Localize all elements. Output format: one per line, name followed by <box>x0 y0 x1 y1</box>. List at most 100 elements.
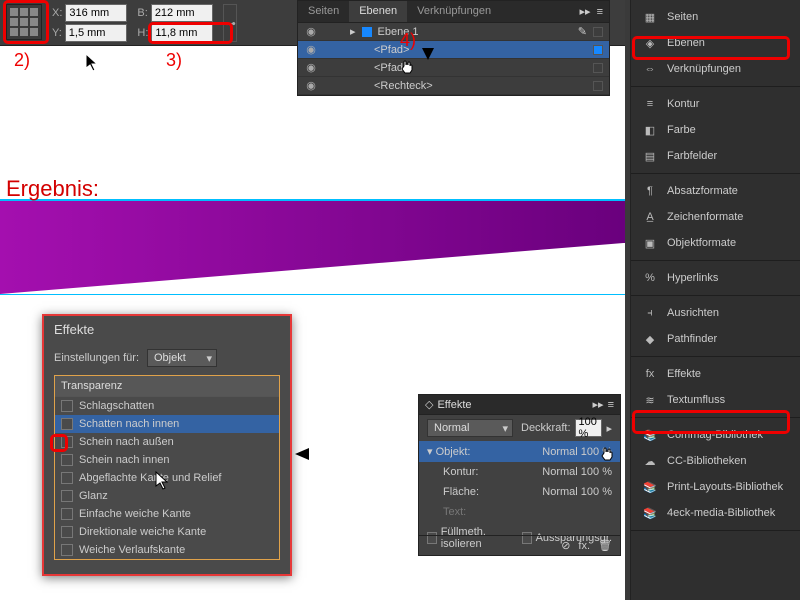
effect-option-label: Schlagschatten <box>79 400 154 412</box>
path-icon: ◆ <box>641 330 659 348</box>
panel-item-seiten[interactable]: ▦Seiten <box>631 4 800 30</box>
panel-item-label: Zeichenformate <box>667 211 743 223</box>
tab-seiten[interactable]: Seiten <box>298 1 349 22</box>
effect-checkbox[interactable] <box>61 454 73 466</box>
trash-icon[interactable]: 🗑 <box>598 539 612 552</box>
settings-for-label: Einstellungen für: <box>54 352 139 364</box>
panel-item-label: Pathfinder <box>667 333 717 345</box>
panel-item-farbe[interactable]: ◧Farbe <box>631 117 800 143</box>
result-label: Ergebnis: <box>6 176 99 202</box>
clear-fx-icon[interactable]: ⊘ <box>561 539 570 552</box>
lib-icon: 📚 <box>641 426 659 444</box>
effect-option[interactable]: Schein nach außen <box>55 433 279 451</box>
fx-menu-icon[interactable]: fx. <box>578 540 590 552</box>
w-field[interactable]: 212 mm <box>151 4 213 22</box>
layer-row[interactable]: ◉ <Pfad> <box>298 41 609 59</box>
panel-item-cc-bibliotheken[interactable]: ☁ CC-Bibliotheken <box>631 448 800 474</box>
effect-checkbox[interactable] <box>61 508 73 520</box>
panel-item-farbfelder[interactable]: ▤Farbfelder <box>631 143 800 169</box>
panel-item-commag-bibliothek[interactable]: 📚 Commag-Bibliothek <box>631 422 800 448</box>
y-label: Y: <box>52 27 62 39</box>
effect-option[interactable]: Schlagschatten <box>55 397 279 415</box>
effect-checkbox[interactable] <box>61 400 73 412</box>
panel-item-kontur[interactable]: ≡Kontur <box>631 91 800 117</box>
effect-option[interactable]: Einfache weiche Kante <box>55 505 279 523</box>
panel-collapse-icon[interactable]: ▸▸ <box>593 398 604 411</box>
layers-panel: Seiten Ebenen Verknüpfungen ▸▸ ≡ ◉ ▸ Eben… <box>297 0 610 96</box>
panel-item-verknüpfungen[interactable]: ⇔Verknüpfungen <box>631 56 800 82</box>
layer-row[interactable]: ◉ <Pfad> <box>298 59 609 77</box>
effect-checkbox[interactable] <box>61 490 73 502</box>
effect-option[interactable]: Schatten nach innen <box>55 415 279 433</box>
layer-row[interactable]: ◉ ▸ Ebene 1 ✎ <box>298 23 609 41</box>
panel-item-hyperlinks[interactable]: %Hyperlinks <box>631 265 800 291</box>
effect-option-label: Abgeflachte Kante und Relief <box>79 472 222 484</box>
panel-item-label: Textumfluss <box>667 394 725 406</box>
visibility-icon[interactable]: ◉ <box>304 79 318 92</box>
panel-collapse-icon[interactable]: ▸▸ <box>580 5 591 18</box>
opacity-slider-icon[interactable]: ▸ <box>606 422 612 435</box>
link-wh-icon[interactable]: ⊶ <box>223 4 237 42</box>
panel-menu-icon[interactable]: ≡ <box>597 6 603 18</box>
effect-option[interactable]: Direktionale weiche Kante <box>55 523 279 541</box>
effects-list: Transparenz Schlagschatten Schatten nach … <box>54 375 280 560</box>
effect-option[interactable]: Weiche Verlaufskante <box>55 541 279 559</box>
effect-option-label: Einfache weiche Kante <box>79 508 191 520</box>
visibility-icon[interactable]: ◉ <box>304 43 318 56</box>
panel-item-label: Verknüpfungen <box>667 63 741 75</box>
panel-item-label: Commag-Bibliothek <box>667 429 763 441</box>
panel-item-objektformate[interactable]: ▣Objektformate <box>631 230 800 256</box>
panel-item-label: Ausrichten <box>667 307 719 319</box>
panel-title: Effekte <box>437 399 588 411</box>
panel-item-ausrichten[interactable]: ⫞Ausrichten <box>631 300 800 326</box>
effekte-dialog: Effekte Einstellungen für: Objekt Transp… <box>42 314 292 576</box>
visibility-icon[interactable]: ◉ <box>304 61 318 74</box>
effect-checkbox[interactable] <box>61 418 73 430</box>
effect-option-label: Schatten nach innen <box>79 418 179 430</box>
effect-checkbox[interactable] <box>61 472 73 484</box>
panel-item-label: Print-Layouts-Bibliothek <box>667 481 783 493</box>
blend-mode-dropdown[interactable]: Normal <box>427 419 513 437</box>
panel-item-label: CC-Bibliotheken <box>667 455 746 467</box>
effect-option[interactable]: Schein nach innen <box>55 451 279 469</box>
effect-checkbox[interactable] <box>61 436 73 448</box>
y-field[interactable]: 1,5 mm <box>65 24 127 42</box>
panel-item-ebenen[interactable]: ◈Ebenen <box>631 30 800 56</box>
category-transparency[interactable]: Transparenz <box>55 376 279 397</box>
panel-item-absatzformate[interactable]: ¶Absatzformate <box>631 178 800 204</box>
panel-item-zeichenformate[interactable]: A̲Zeichenformate <box>631 204 800 230</box>
panel-item-label: Objektformate <box>667 237 736 249</box>
layers-icon: ◈ <box>641 34 659 52</box>
panel-item-label: Effekte <box>667 368 701 380</box>
settings-for-dropdown[interactable]: Objekt <box>147 349 217 367</box>
w-label: B: <box>137 7 147 19</box>
panel-item-textumfluss[interactable]: ≋ Textumfluss <box>631 387 800 413</box>
panel-menu-icon[interactable]: ≡ <box>608 399 614 411</box>
panel-item-print-layouts-bibliothek[interactable]: 📚 Print-Layouts-Bibliothek <box>631 474 800 500</box>
panel-item-pathfinder[interactable]: ◆ Pathfinder <box>631 326 800 352</box>
panel-item-effekte[interactable]: fxEffekte <box>631 361 800 387</box>
effect-checkbox[interactable] <box>61 544 73 556</box>
lib-icon: 📚 <box>641 478 659 496</box>
annotation-2: 2) <box>14 50 30 71</box>
effect-option-label: Direktionale weiche Kante <box>79 526 206 538</box>
opacity-field[interactable]: 100 % <box>575 419 603 437</box>
visibility-icon[interactable]: ◉ <box>304 25 318 38</box>
tab-verknuepfungen[interactable]: Verknüpfungen <box>407 1 501 22</box>
h-label: H: <box>137 27 148 39</box>
tab-ebenen[interactable]: Ebenen <box>349 1 407 22</box>
h-field[interactable]: 11,8 mm <box>151 24 213 42</box>
cc-icon: ☁ <box>641 452 659 470</box>
effect-option[interactable]: Glanz <box>55 487 279 505</box>
panel-item-4eck-media-bibliothek[interactable]: 📚4eck-media-Bibliothek <box>631 500 800 526</box>
reference-point-grid[interactable] <box>6 4 42 40</box>
layer-row[interactable]: ◉ <Rechteck> <box>298 77 609 95</box>
x-field[interactable]: 316 mm <box>65 4 127 22</box>
effect-option[interactable]: Abgeflachte Kante und Relief <box>55 469 279 487</box>
object-effects-row[interactable]: ▾ Objekt: Normal 100 % <box>419 441 620 462</box>
stroke-icon: ≡ <box>641 95 659 113</box>
hyper-icon: % <box>641 269 659 287</box>
panel-item-label: Absatzformate <box>667 185 738 197</box>
wrap-icon: ≋ <box>641 391 659 409</box>
effect-checkbox[interactable] <box>61 526 73 538</box>
